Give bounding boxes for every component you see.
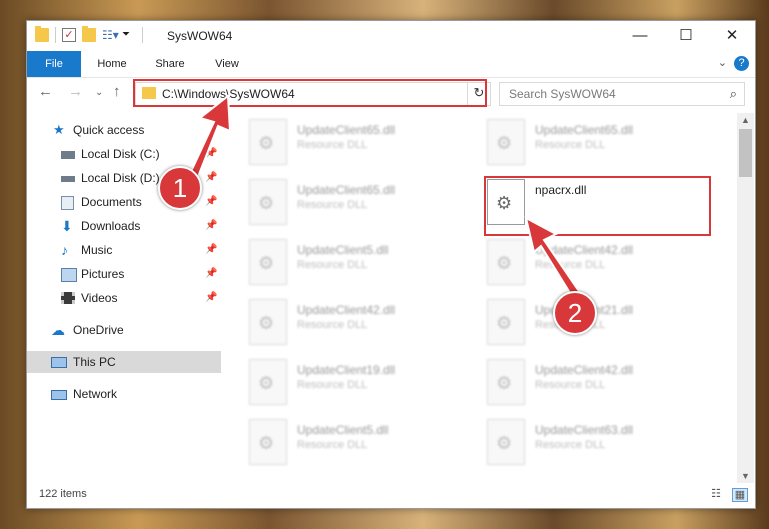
arrow-1-icon bbox=[186, 94, 232, 184]
callout-1: 1 bbox=[158, 166, 202, 210]
annotation-arrows bbox=[186, 94, 587, 308]
callout-2: 2 bbox=[553, 291, 597, 335]
